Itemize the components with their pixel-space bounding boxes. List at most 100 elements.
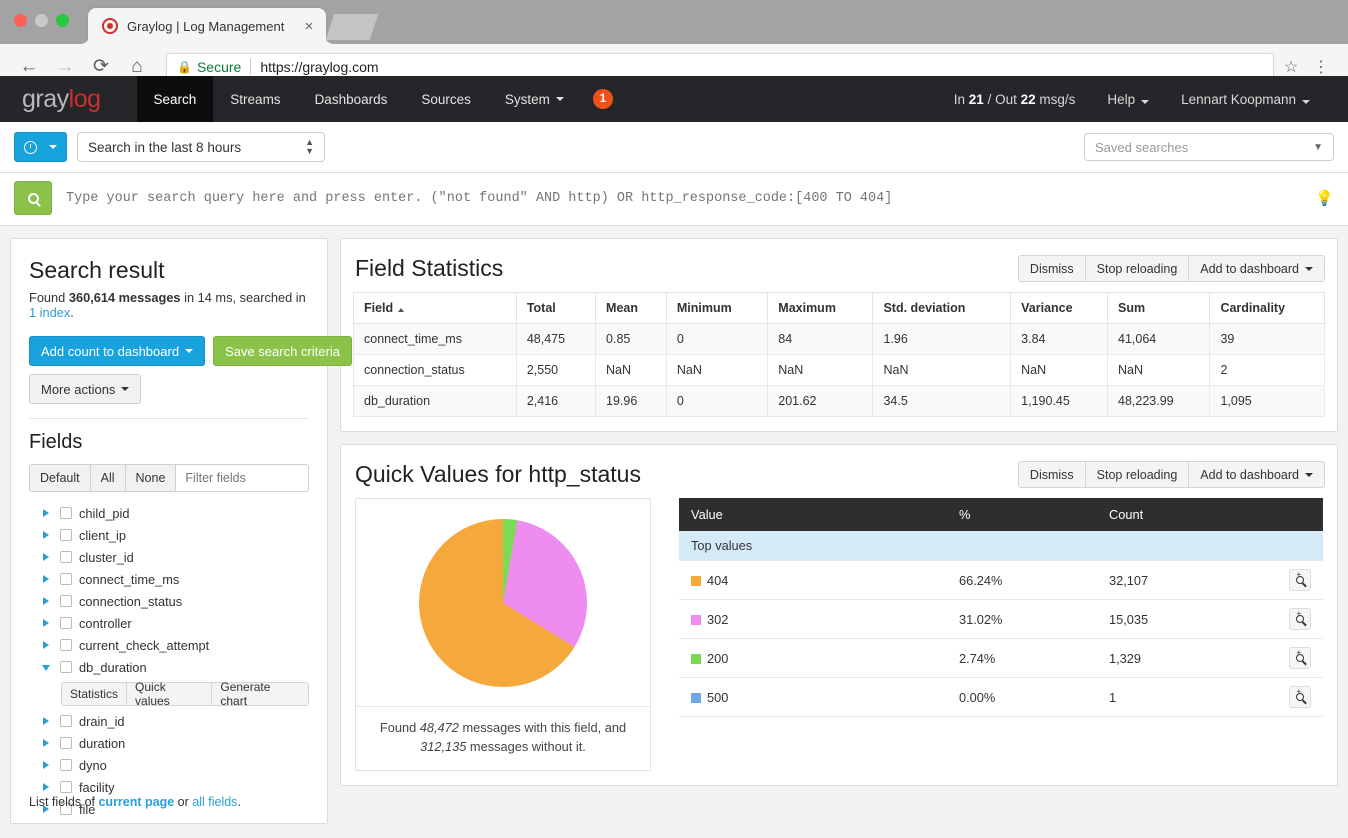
fields-default-button[interactable]: Default: [29, 464, 91, 492]
field-item-child_pid[interactable]: child_pid: [29, 502, 309, 524]
timerange-select[interactable]: Search in the last 8 hours ▲▼: [77, 132, 325, 162]
field-checkbox[interactable]: [60, 507, 72, 519]
field-item-duration[interactable]: duration: [29, 732, 309, 754]
save-search-criteria-button[interactable]: Save search criteria: [213, 336, 352, 366]
add-count-to-dashboard-button[interactable]: Add count to dashboard: [29, 336, 205, 366]
field-item-current_check_attempt[interactable]: current_check_attempt: [29, 634, 309, 656]
field-checkbox[interactable]: [60, 661, 72, 673]
col-mean[interactable]: Mean: [596, 293, 667, 324]
field-checkbox[interactable]: [60, 737, 72, 749]
field-statistics-button[interactable]: Statistics: [61, 682, 127, 706]
dismiss-button[interactable]: Dismiss: [1018, 255, 1086, 282]
http-status-pie-chart[interactable]: [419, 519, 587, 687]
add-to-dashboard-button[interactable]: Add to dashboard: [1188, 255, 1325, 282]
help-menu[interactable]: Help: [1091, 92, 1165, 107]
bookmark-star-icon[interactable]: ☆: [1278, 57, 1304, 77]
field-item-dyno[interactable]: dyno: [29, 754, 309, 776]
close-window-button[interactable]: [14, 14, 27, 27]
stop-reloading-button[interactable]: Stop reloading: [1085, 255, 1190, 282]
col-minimum[interactable]: Minimum: [666, 293, 767, 324]
graylog-logo[interactable]: graylog: [22, 85, 101, 114]
field-label: dyno: [79, 758, 107, 773]
col-cardinality[interactable]: Cardinality: [1210, 293, 1325, 324]
field-item-connection_status[interactable]: connection_status: [29, 590, 309, 612]
expand-triangle-icon[interactable]: [43, 575, 49, 583]
field-generate-chart-button[interactable]: Generate chart: [211, 682, 309, 706]
field-checkbox[interactable]: [60, 551, 72, 563]
stop-reloading-button[interactable]: Stop reloading: [1085, 461, 1190, 488]
expand-triangle-icon[interactable]: [43, 509, 49, 517]
chevron-down-icon: [121, 387, 129, 391]
fields-none-button[interactable]: None: [125, 464, 177, 492]
logo-text-gray: gray: [22, 85, 69, 113]
col-field[interactable]: Field: [354, 293, 517, 324]
field-checkbox[interactable]: [60, 781, 72, 793]
expand-triangle-icon[interactable]: [43, 717, 49, 725]
user-menu[interactable]: Lennart Koopmann: [1165, 92, 1326, 107]
expand-triangle-icon[interactable]: [43, 739, 49, 747]
timerange-type-button[interactable]: [14, 132, 67, 162]
lightbulb-icon[interactable]: 💡: [1315, 189, 1334, 207]
expand-triangle-icon[interactable]: [43, 783, 49, 791]
saved-searches-select[interactable]: Saved searches ▼: [1084, 133, 1334, 161]
col-total[interactable]: Total: [516, 293, 595, 324]
filter-fields-input[interactable]: [175, 464, 309, 492]
field-item-controller[interactable]: controller: [29, 612, 309, 634]
fields-all-button[interactable]: All: [90, 464, 126, 492]
expand-triangle-icon[interactable]: [43, 553, 49, 561]
browser-tab[interactable]: Graylog | Log Management ×: [88, 8, 326, 44]
expand-triangle-icon[interactable]: [43, 597, 49, 605]
field-item-client_ip[interactable]: client_ip: [29, 524, 309, 546]
minimize-window-button[interactable]: [35, 14, 48, 27]
field-item-drain_id[interactable]: drain_id: [29, 710, 309, 732]
field-checkbox[interactable]: [60, 715, 72, 727]
search-input[interactable]: [64, 190, 1307, 207]
close-tab-icon[interactable]: ×: [300, 19, 318, 34]
expand-triangle-icon[interactable]: [43, 761, 49, 769]
field-checkbox[interactable]: [60, 617, 72, 629]
field-checkbox[interactable]: [60, 595, 72, 607]
expand-triangle-icon[interactable]: [43, 641, 49, 649]
current-page-link[interactable]: current page: [98, 795, 174, 809]
field-item-connect_time_ms[interactable]: connect_time_ms: [29, 568, 309, 590]
field-checkbox[interactable]: [60, 529, 72, 541]
zoom-in-icon[interactable]: [1289, 647, 1311, 669]
caption-without-count: 312,135: [420, 739, 466, 754]
col-maximum[interactable]: Maximum: [768, 293, 873, 324]
expand-triangle-icon[interactable]: [43, 619, 49, 627]
collapse-triangle-icon[interactable]: [42, 665, 50, 671]
cell-mean: NaN: [596, 355, 667, 386]
field-item-cluster_id[interactable]: cluster_id: [29, 546, 309, 568]
col-sum[interactable]: Sum: [1108, 293, 1210, 324]
dismiss-button[interactable]: Dismiss: [1018, 461, 1086, 488]
all-fields-link[interactable]: all fields: [192, 795, 237, 809]
field-item-db_duration[interactable]: db_duration: [29, 656, 309, 678]
nav-item-dashboards[interactable]: Dashboards: [298, 76, 405, 122]
expand-triangle-icon[interactable]: [43, 531, 49, 539]
zoom-in-icon[interactable]: [1289, 569, 1311, 591]
zoom-in-icon[interactable]: [1289, 686, 1311, 708]
new-tab-button[interactable]: [326, 14, 378, 40]
throughput-suffix: msg/s: [1036, 92, 1076, 107]
nav-item-search[interactable]: Search: [137, 76, 214, 122]
add-to-dashboard-button[interactable]: Add to dashboard: [1188, 461, 1325, 488]
field-quick-values-button[interactable]: Quick values: [126, 682, 212, 706]
browser-menu-icon[interactable]: ⋮: [1308, 57, 1334, 77]
index-link[interactable]: 1 index: [29, 305, 70, 320]
notification-badge[interactable]: 1: [593, 89, 613, 109]
nav-item-sources[interactable]: Sources: [404, 76, 488, 122]
zoom-in-icon[interactable]: [1289, 608, 1311, 630]
run-search-button[interactable]: [14, 181, 52, 215]
field-checkbox[interactable]: [60, 639, 72, 651]
field-statistics-card: Field Statistics Dismiss Stop reloading …: [340, 238, 1338, 432]
col-std-deviation[interactable]: Std. deviation: [873, 293, 1011, 324]
maximize-window-button[interactable]: [56, 14, 69, 27]
more-actions-button[interactable]: More actions: [29, 374, 141, 404]
col-variance[interactable]: Variance: [1011, 293, 1108, 324]
nav-item-streams[interactable]: Streams: [213, 76, 297, 122]
field-checkbox[interactable]: [60, 759, 72, 771]
col-percent: %: [947, 498, 1097, 531]
field-checkbox[interactable]: [60, 573, 72, 585]
nav-item-system[interactable]: System: [488, 76, 581, 122]
table-row: db_duration 2,416 19.96 0 201.62 34.5 1,…: [354, 386, 1325, 417]
